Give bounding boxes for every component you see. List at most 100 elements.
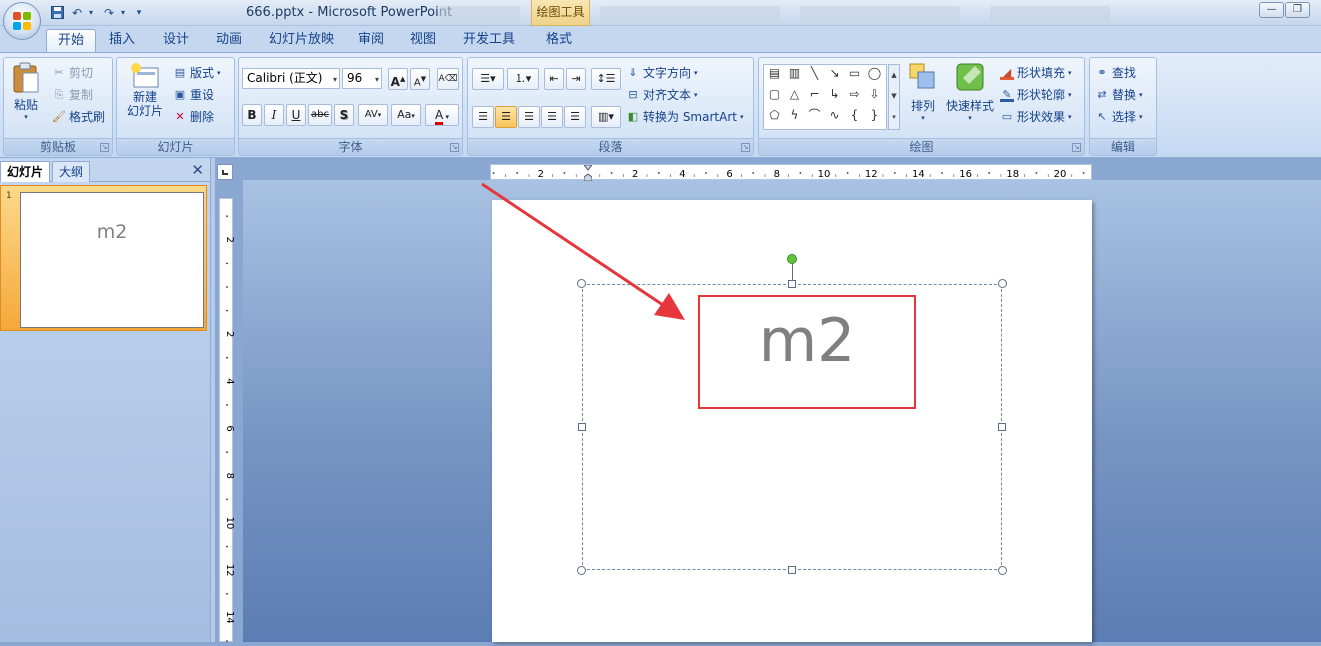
resize-handle-bottom[interactable] [788,566,796,574]
pentagon-shape-icon[interactable]: ⬠ [767,108,782,122]
delete-slide-button[interactable]: ✕ 删除 [173,108,214,125]
save-icon[interactable] [48,4,66,21]
resize-handle-bottom-left[interactable] [577,566,586,575]
text-shadow-button[interactable]: S [334,104,354,126]
layout-button[interactable]: ▤ 版式 ▾ [173,64,221,81]
select-button[interactable]: ↖ 选择 ▾ [1095,108,1142,125]
font-size-select[interactable]: 96 ▾ [342,68,382,89]
justify-button[interactable]: ☰ [541,106,563,128]
shapes-gallery[interactable]: ▤ ▥ ╲ ↘ ▭ ◯ ▢ △ ⌐ ↳ ⇨ ⇩ ⬠ ϟ ⌒ ∿ { } [763,64,887,130]
tab-slide-show[interactable]: 幻灯片放映 [258,29,345,52]
arrow-line-shape-icon[interactable]: ↘ [827,66,842,80]
format-painter-button[interactable]: 🖌 格式刷 [52,108,105,125]
right-arrow-shape-icon[interactable]: ⇨ [847,87,862,101]
quick-styles-button[interactable]: 快速样式 ▾ [945,62,995,134]
paragraph-launcher-icon[interactable]: ↘ [741,143,750,152]
numbering-button[interactable]: ⒈▾ [507,68,539,90]
tab-insert[interactable]: 插入 [98,29,146,52]
align-center-button[interactable]: ☰ [495,106,517,128]
tab-animations[interactable]: 动画 [205,29,253,52]
copy-button[interactable]: ⎘ 复制 [52,86,93,103]
rectangle-shape-icon[interactable]: ▭ [847,66,862,80]
bullets-button[interactable]: ☰▾ [472,68,504,90]
cut-button[interactable]: ✂ 剪切 [52,64,93,81]
decrease-indent-button[interactable]: ⇤ [544,68,564,90]
find-button[interactable]: ⚭ 查找 [1095,64,1136,81]
resize-handle-bottom-right[interactable] [998,566,1007,575]
resize-handle-right[interactable] [998,423,1006,431]
clipboard-launcher-icon[interactable]: ↘ [100,143,109,152]
vertical-ruler[interactable]: 2 2 4 6 8 10 12 14 [219,198,235,642]
minimize-button[interactable]: — [1259,2,1284,18]
align-left-button[interactable]: ☰ [472,106,494,128]
restore-button[interactable]: ❐ [1285,2,1310,18]
align-right-button[interactable]: ☰ [518,106,540,128]
undo-icon[interactable]: ↶ [68,4,86,21]
lightning-shape-icon[interactable]: ϟ [787,108,802,122]
tab-format[interactable]: 格式 [535,29,583,52]
columns-button[interactable]: ▥▾ [591,106,621,128]
slide-thumbnail-selected[interactable]: 1 m2 [0,185,207,331]
shrink-font-button[interactable]: A▼ [410,68,430,90]
elbow-arrow-shape-icon[interactable]: ↳ [827,87,842,101]
slide-thumbnail[interactable]: m2 [20,192,204,328]
convert-smartart-button[interactable]: ◧ 转换为 SmartArt ▾ [626,108,744,125]
tab-developer[interactable]: 开发工具 [452,29,526,52]
customize-qat-icon[interactable]: ▾ [133,4,145,21]
curve-shape-icon[interactable]: ∿ [827,108,842,122]
textbox-shape-icon[interactable]: ▤ [767,66,782,80]
tab-design[interactable]: 设计 [152,29,200,52]
close-pane-icon[interactable]: ✕ [191,163,204,178]
replace-button[interactable]: ⇄ 替换 ▾ [1095,86,1142,103]
bold-button[interactable]: B [242,104,262,126]
line-spacing-button[interactable]: ↕☰ [591,68,621,90]
pane-splitter[interactable] [210,158,215,642]
paste-button[interactable]: 粘贴 ▾ [10,62,42,134]
underline-button[interactable]: U [286,104,306,126]
resize-handle-left[interactable] [578,423,586,431]
oval-shape-icon[interactable]: ◯ [867,66,882,80]
drawing-launcher-icon[interactable]: ↘ [1072,143,1081,152]
paste-dropdown-icon[interactable]: ▾ [24,113,28,121]
resize-handle-top[interactable] [788,280,796,288]
office-button[interactable] [3,2,41,40]
font-color-button[interactable]: A ▾ [425,104,459,126]
shapes-scroll[interactable]: ▲ ▼ ▾ [888,64,900,130]
tab-home[interactable]: 开始 [46,29,97,52]
font-family-select[interactable]: Calibri (正文) ▾ [242,68,340,89]
tab-slides-pane[interactable]: 幻灯片 [0,161,51,182]
redo-dropdown-icon[interactable]: ▾ [118,4,128,21]
arrange-button[interactable]: 排列 ▾ [905,62,941,134]
new-slide-button[interactable]: 新建 幻灯片 [121,62,169,134]
increase-indent-button[interactable]: ⇥ [566,68,586,90]
distributed-button[interactable]: ☰ [564,106,586,128]
tab-view[interactable]: 视图 [399,29,447,52]
change-case-button[interactable]: Aa▾ [391,104,421,126]
shape-fill-button[interactable]: ◢ 形状填充 ▾ [1000,64,1072,81]
right-brace-shape-icon[interactable]: } [867,108,882,122]
align-text-button[interactable]: ⊟ 对齐文本 ▾ [626,86,697,103]
grow-font-button[interactable]: A▲ [388,68,408,90]
vertical-textbox-shape-icon[interactable]: ▥ [787,66,802,80]
clear-formatting-button[interactable]: A⌫ [437,68,459,90]
rotation-handle[interactable] [787,254,797,264]
shape-effects-button[interactable]: ▭ 形状效果 ▾ [1000,108,1072,125]
undo-dropdown-icon[interactable]: ▾ [86,4,96,21]
text-direction-button[interactable]: ⇓ 文字方向 ▾ [626,64,697,81]
tab-stop-selector[interactable] [217,164,233,180]
left-brace-shape-icon[interactable]: { [847,108,862,122]
triangle-shape-icon[interactable]: △ [787,87,802,101]
reset-button[interactable]: ▣ 重设 [173,86,214,103]
down-arrow-shape-icon[interactable]: ⇩ [867,87,882,101]
resize-handle-top-right[interactable] [998,279,1007,288]
shape-outline-button[interactable]: ✎ 形状轮廓 ▾ [1000,86,1072,103]
arc-shape-icon[interactable]: ⌒ [807,108,822,122]
line-shape-icon[interactable]: ╲ [807,66,822,80]
strikethrough-button[interactable]: abc [308,104,332,126]
elbow-connector-shape-icon[interactable]: ⌐ [807,87,822,101]
tab-review[interactable]: 审阅 [347,29,395,52]
italic-button[interactable]: I [264,104,284,126]
redo-icon[interactable]: ↷ [100,4,118,21]
tab-outline-pane[interactable]: 大纲 [52,161,91,182]
font-launcher-icon[interactable]: ↘ [450,143,459,152]
